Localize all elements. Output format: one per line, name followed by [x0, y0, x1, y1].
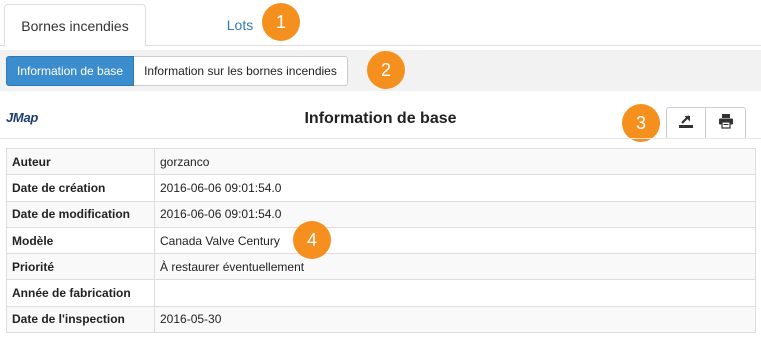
- table-row: Année de fabrication: [6, 279, 756, 307]
- table-row: Date de l'inspection 2016-05-30: [6, 305, 756, 334]
- row-value: gorzanco: [154, 147, 756, 176]
- row-value: 2016-06-06 09:01:54.0: [154, 174, 756, 202]
- callout-badge-4: 4: [293, 221, 331, 259]
- header-divider: [0, 138, 761, 139]
- tab-bornes-incendies[interactable]: Bornes incendies: [4, 4, 146, 47]
- table-row: Date de modification 2016-06-06 09:01:54…: [6, 200, 756, 228]
- row-value: Canada Valve Century: [154, 226, 756, 255]
- table-row: Priorité À restaurer éventuellement: [6, 253, 756, 281]
- row-label: Auteur: [6, 147, 155, 176]
- information-de-base-button[interactable]: Information de base: [6, 56, 135, 86]
- row-value: 2016-06-06 09:01:54.0: [154, 200, 756, 228]
- information-bornes-button[interactable]: Information sur les bornes incendies: [134, 56, 348, 86]
- callout-badge-2: 2: [367, 51, 405, 89]
- table-row: Auteur gorzanco: [6, 147, 756, 176]
- print-button[interactable]: [706, 107, 746, 139]
- action-button-group: [666, 107, 746, 139]
- row-value: 2016-05-30: [154, 305, 756, 334]
- export-icon: [678, 113, 694, 134]
- row-label: Modèle: [6, 226, 155, 255]
- table-row: Date de création 2016-06-06 09:01:54.0: [6, 174, 756, 202]
- callout-badge-3: 3: [622, 104, 660, 142]
- row-label: Priorité: [6, 253, 155, 281]
- base-info-table: Auteur gorzanco Date de création 2016-06…: [6, 147, 756, 334]
- export-button[interactable]: [666, 107, 706, 139]
- section-button-group: Information de base Information sur les …: [6, 56, 348, 86]
- row-value: À restaurer éventuellement: [154, 253, 756, 281]
- print-icon: [718, 113, 734, 134]
- tab-lots[interactable]: Lots: [210, 4, 270, 46]
- table-row: Modèle Canada Valve Century: [6, 226, 756, 255]
- row-label: Date de modification: [6, 200, 155, 228]
- callout-badge-1: 1: [262, 3, 300, 41]
- row-label: Date de création: [6, 174, 155, 202]
- tab-bar: Bornes incendies Lots: [0, 0, 761, 47]
- row-label: Date de l'inspection: [6, 305, 155, 334]
- row-value: [154, 279, 756, 307]
- row-label: Année de fabrication: [6, 279, 155, 307]
